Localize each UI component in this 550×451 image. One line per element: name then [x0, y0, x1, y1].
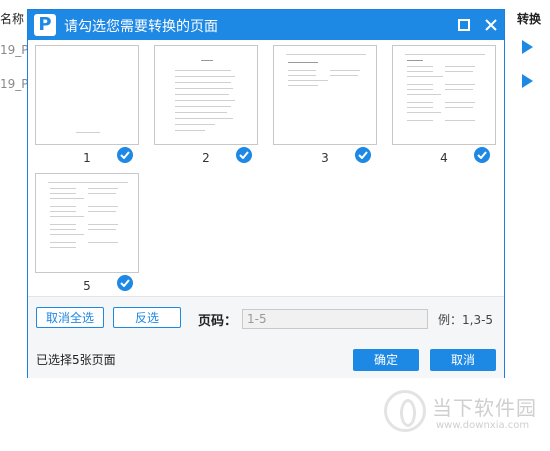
- page-thumbnail-5[interactable]: 5: [35, 173, 139, 297]
- page-number: 3: [321, 151, 329, 165]
- page-preview: [35, 45, 139, 145]
- page-range-input[interactable]: [242, 309, 428, 329]
- dialog-footer: 取消全选 反选 页码： 例：1,3-5 已选择5张页面 确定 取消: [28, 296, 504, 378]
- select-pages-dialog: P 请勾选您需要转换的页面 1 2 3 4 5 取消全选 反选 页码： 1-5 …: [27, 9, 505, 378]
- cancel-button[interactable]: 取消: [430, 349, 496, 371]
- column-header-name: 名称: [0, 12, 25, 26]
- app-logo-icon: P: [34, 14, 56, 36]
- watermark-title: 当下软件园: [432, 396, 537, 420]
- page-number: 5: [83, 279, 91, 293]
- page-thumbnail-3[interactable]: 3: [273, 45, 377, 169]
- watermark: 当下软件园 www.downxia.com: [384, 390, 544, 440]
- page-thumbnail-2[interactable]: 2: [154, 45, 258, 169]
- page-thumbnail-4[interactable]: 4: [392, 45, 496, 169]
- ok-button[interactable]: 确定: [353, 349, 419, 371]
- page-number: 4: [440, 151, 448, 165]
- play-icon[interactable]: [522, 74, 533, 88]
- selected-count-text: 已选择5张页面: [36, 353, 116, 367]
- page-thumbnail-grid: 1 2 3 4 5: [28, 40, 504, 296]
- page-number: 1: [83, 151, 91, 165]
- page-preview: [35, 173, 139, 273]
- file-row-name: 19_P: [0, 77, 29, 91]
- file-row-name: 19_P: [0, 43, 29, 57]
- watermark-logo-icon: [384, 390, 426, 432]
- page-preview: [273, 45, 377, 145]
- page-range-label: 页码：: [198, 314, 238, 329]
- page-number: 2: [202, 151, 210, 165]
- page-preview: [154, 45, 258, 145]
- play-icon[interactable]: [522, 40, 533, 54]
- page-range-example: 例：1,3-5: [438, 313, 494, 327]
- dialog-title: 请勾选您需要转换的页面: [64, 19, 218, 35]
- invert-selection-button[interactable]: 反选: [113, 307, 181, 328]
- watermark-url: www.downxia.com: [436, 420, 530, 431]
- page-preview: [392, 45, 496, 145]
- page-thumbnail-1[interactable]: 1: [35, 45, 139, 169]
- column-header-convert: 转换: [517, 12, 542, 26]
- close-icon[interactable]: [482, 16, 500, 34]
- maximize-icon[interactable]: [456, 17, 472, 33]
- dialog-titlebar[interactable]: P 请勾选您需要转换的页面: [28, 10, 504, 40]
- deselect-all-button[interactable]: 取消全选: [36, 307, 104, 328]
